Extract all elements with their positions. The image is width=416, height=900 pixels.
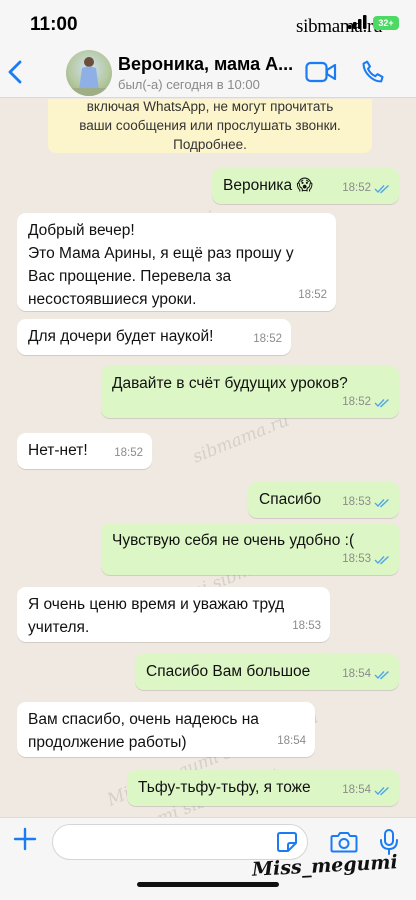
- message-meta: 18:54: [342, 779, 390, 802]
- message-meta: 18:53: [292, 615, 321, 638]
- message-time: 18:53: [342, 553, 371, 565]
- message-meta: 18:52: [342, 391, 390, 414]
- message-time: 18:52: [253, 333, 282, 345]
- message-meta: 18:53: [342, 548, 390, 571]
- message-time: 18:54: [342, 784, 371, 796]
- status-bar: 11:00 sibmama.ru 32+: [0, 0, 416, 46]
- message-outgoing[interactable]: Спасибо Вам большое 18:54: [135, 654, 399, 690]
- message-text: Вам спасибо, очень надеюсь на продолжени…: [28, 711, 259, 751]
- message-text: Давайте в счёт будущих уроков?: [112, 375, 348, 392]
- message-time: 18:52: [342, 396, 371, 408]
- message-meta: 18:52: [114, 442, 143, 465]
- message-incoming[interactable]: Нет-нет! 18:52: [17, 433, 152, 469]
- video-camera-icon[interactable]: [305, 61, 337, 83]
- last-seen-status: был(-а) сегодня в 10:00: [118, 77, 260, 92]
- message-outgoing[interactable]: Давайте в счёт будущих уроков? 18:52: [101, 366, 399, 418]
- message-outgoing[interactable]: Чувствую себя не очень удобно :( 18:53: [101, 523, 399, 575]
- message-text: Для дочери будет наукой!: [28, 328, 214, 345]
- home-indicator[interactable]: [137, 882, 279, 887]
- double-check-icon: [374, 670, 389, 679]
- chat-area[interactable]: включая WhatsApp, не могут прочитать ваш…: [0, 99, 416, 817]
- message-incoming[interactable]: Добрый вечер! Это Мама Арины, я ещё раз …: [17, 213, 336, 311]
- message-outgoing[interactable]: Спасибо 18:53: [248, 482, 399, 518]
- signal-icon: [348, 15, 367, 29]
- message-text: Я очень ценю время и уважаю труд учителя…: [28, 596, 285, 636]
- avatar-photo-icon: [66, 57, 112, 96]
- message-time: 18:52: [298, 289, 327, 301]
- double-check-icon: [374, 498, 389, 507]
- message-text: Нет-нет!: [28, 442, 88, 459]
- message-text: Тьфу-тьфу-тьфу, я тоже: [138, 779, 311, 796]
- message-meta: 18:54: [342, 663, 390, 686]
- chevron-left-icon[interactable]: [6, 60, 26, 84]
- encryption-notice-text: включая WhatsApp, не могут прочитать ваш…: [79, 99, 341, 152]
- avatar[interactable]: [66, 50, 112, 96]
- message-time: 18:52: [114, 447, 143, 459]
- message-time: 18:53: [342, 496, 371, 508]
- double-check-icon: [374, 184, 389, 193]
- camera-icon[interactable]: [330, 830, 358, 854]
- message-text: Спасибо: [259, 491, 322, 508]
- input-bar: Miss_megumi: [0, 817, 416, 900]
- sticker-icon[interactable]: [276, 831, 298, 853]
- message-time: 18:53: [292, 620, 321, 632]
- message-text: Чувствую себя не очень удобно :(: [112, 532, 355, 549]
- message-text: Вероника 😱: [223, 177, 313, 194]
- contact-name[interactable]: Вероника, мама А...: [118, 54, 294, 75]
- message-meta: 18:54: [277, 730, 306, 753]
- status-time: 11:00: [30, 14, 78, 35]
- watermark-text: sibmama.ru: [189, 410, 293, 468]
- chat-header: Вероника, мама А... был(-а) сегодня в 10…: [0, 46, 416, 98]
- plus-icon[interactable]: [12, 826, 38, 852]
- message-time: 18:54: [342, 668, 371, 680]
- message-meta: 18:53: [342, 491, 390, 514]
- message-text: Добрый вечер! Это Мама Арины, я ещё раз …: [28, 222, 294, 308]
- phone-icon[interactable]: [360, 59, 386, 85]
- message-input[interactable]: [52, 824, 308, 860]
- battery-indicator: 32+: [373, 16, 399, 30]
- message-outgoing[interactable]: Вероника 😱 18:52: [212, 168, 399, 204]
- message-time: 18:52: [342, 182, 371, 194]
- message-incoming[interactable]: Я очень ценю время и уважаю труд учителя…: [17, 587, 330, 642]
- message-meta: 18:52: [253, 328, 282, 351]
- message-incoming[interactable]: Вам спасибо, очень надеюсь на продолжени…: [17, 702, 315, 757]
- message-meta: 18:52: [298, 284, 327, 307]
- encryption-notice[interactable]: включая WhatsApp, не могут прочитать ваш…: [48, 99, 372, 153]
- message-text: Спасибо Вам большое: [146, 663, 311, 680]
- message-outgoing[interactable]: Тьфу-тьфу-тьфу, я тоже 18:54: [127, 770, 399, 806]
- message-meta: 18:52: [342, 177, 390, 200]
- double-check-icon: [374, 786, 389, 795]
- double-check-icon: [374, 555, 389, 564]
- double-check-icon: [374, 398, 389, 407]
- message-incoming[interactable]: Для дочери будет наукой! 18:52: [17, 319, 291, 355]
- message-time: 18:54: [277, 735, 306, 747]
